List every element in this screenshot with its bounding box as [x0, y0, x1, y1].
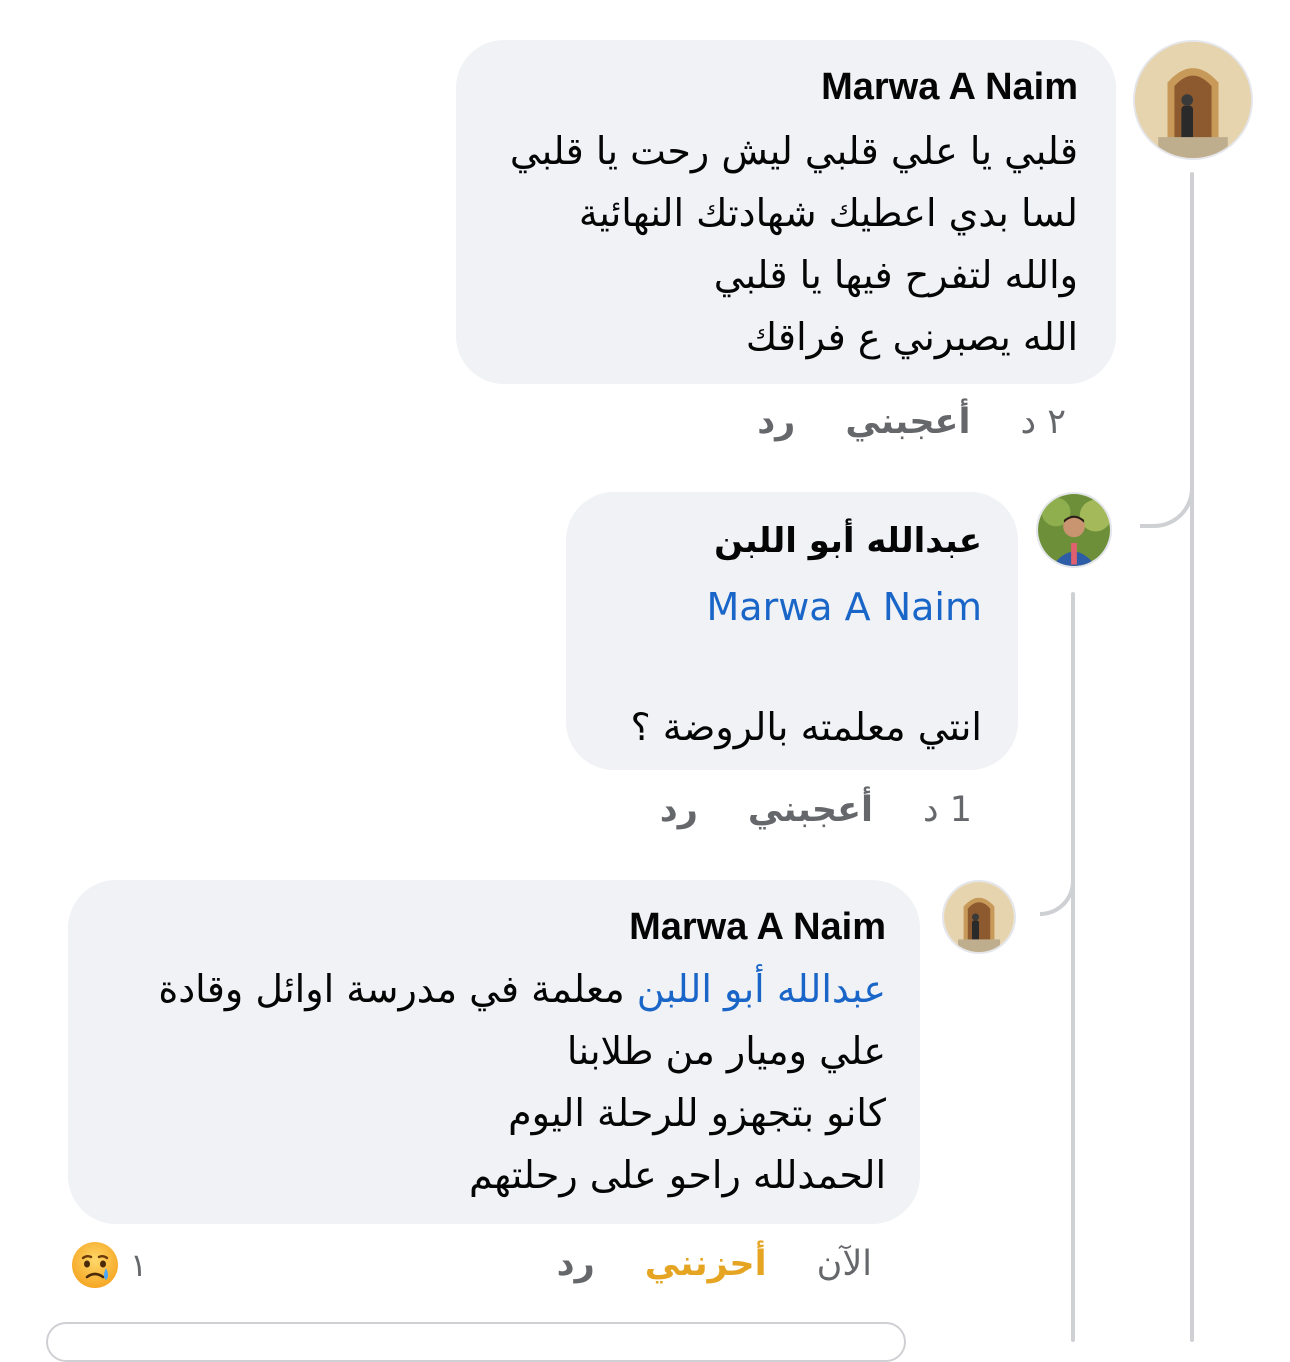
comment-timestamp: ٢ د [1020, 402, 1066, 442]
reaction-summary[interactable]: ١ [70, 1240, 147, 1290]
comment-actions-1: ٢ د أعجبني رد [757, 402, 1066, 442]
comment-text-line: عبدالله أبو اللبن معلمة في مدرسة اوائل و… [102, 958, 886, 1020]
reply-button[interactable]: رد [557, 1244, 595, 1284]
mention-link[interactable]: عبدالله أبو اللبن [637, 967, 886, 1011]
sad-reaction-button[interactable]: أحزنني [645, 1244, 767, 1284]
avatar-photo-door-icon [944, 882, 1014, 952]
reply-button[interactable]: رد [757, 402, 795, 442]
comment-timestamp: الآن [816, 1244, 872, 1284]
comment-text-line: علي وميار من طلابنا [566, 1029, 886, 1073]
comment-text-segment: معلمة في مدرسة اوائل وقادة [158, 967, 637, 1011]
avatar-photo-man-icon [1038, 494, 1110, 566]
comment-bubble-1[interactable]: Marwa A Naim قلبي يا علي قلبي ليش رحت يا… [456, 40, 1116, 384]
thread-line-nested [1071, 592, 1075, 1342]
avatar-marwa-small[interactable] [942, 880, 1016, 954]
avatar-photo-door-icon [1135, 42, 1251, 158]
reaction-count: ١ [130, 1246, 148, 1284]
comment-bubble-2[interactable]: عبدالله أبو اللبن Marwa A Naim انتي معلم… [566, 492, 1018, 770]
comment-bubble-3[interactable]: Marwa A Naim عبدالله أبو اللبن معلمة في … [68, 880, 920, 1224]
like-button[interactable]: أعجبني [845, 402, 970, 442]
like-button[interactable]: أعجبني [748, 790, 873, 830]
reply-input-box[interactable] [46, 1322, 906, 1362]
comment-text-line: انتي معلمته بالروضة ؟ [630, 705, 982, 749]
comment-text-line: كانو بتجهزو للرحلة اليوم [508, 1091, 886, 1135]
avatar-abdallah[interactable] [1036, 492, 1112, 568]
comment-text-line: الله يصبرني ع فراقك [745, 315, 1078, 359]
thread-line-main [1190, 172, 1194, 1342]
comment-author[interactable]: عبدالله أبو اللبن [602, 518, 982, 564]
comment-text-line: لسا بدي اعطيك شهادتك النهائية [578, 191, 1078, 235]
comment-actions-3: الآن أحزنني رد [557, 1244, 872, 1284]
comment-text-line: الحمدلله راحو على رحلتهم [469, 1153, 886, 1197]
comment-text-line: قلبي يا علي قلبي ليش رحت يا قلبي [509, 129, 1078, 173]
reply-button[interactable]: رد [660, 790, 698, 830]
comment-text-line: والله لتفرح فيها يا قلبي [713, 253, 1078, 297]
comment-timestamp: 1 د [923, 790, 972, 830]
comment-author[interactable]: Marwa A Naim [494, 64, 1078, 110]
comment-actions-2: 1 د أعجبني رد [660, 790, 972, 830]
comment-author[interactable]: Marwa A Naim [102, 904, 886, 950]
thread-connector-reply-2 [1040, 860, 1075, 916]
mention-link[interactable]: Marwa A Naim [602, 576, 983, 638]
thread-connector-reply-1 [1140, 478, 1194, 528]
avatar-marwa[interactable] [1133, 40, 1253, 160]
sad-crying-emoji-icon [72, 1242, 118, 1288]
